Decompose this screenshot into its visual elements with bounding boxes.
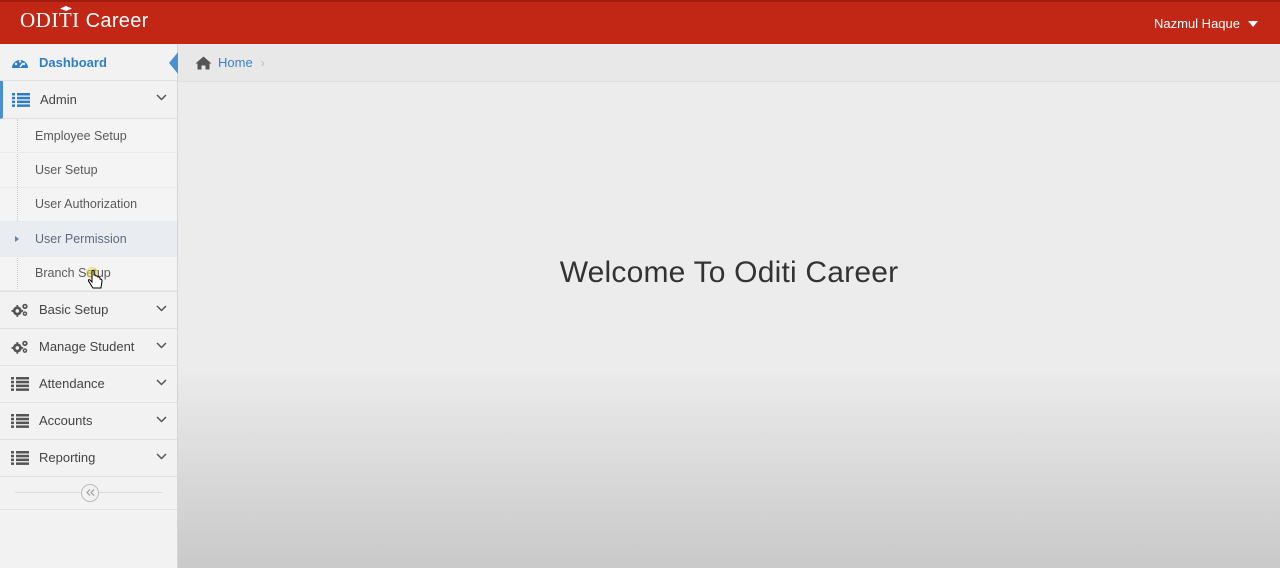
sidebar-item-attendance[interactable]: Attendance	[0, 366, 177, 403]
brand-logo[interactable]: ODITI Career	[20, 6, 149, 33]
submenu-item-employee-setup[interactable]: Employee Setup	[0, 119, 177, 154]
sidebar-item-dashboard[interactable]: Dashboard	[0, 44, 179, 81]
chevron-right-icon: ›	[260, 55, 265, 70]
list-icon	[11, 449, 29, 467]
breadcrumb-home-link[interactable]: Home	[218, 55, 253, 70]
breadcrumb: Home ›	[178, 44, 1280, 82]
submenu-item-user-permission[interactable]: User Permission	[0, 222, 177, 257]
graduation-cap-icon	[60, 6, 72, 11]
caret-down-icon	[1248, 20, 1258, 27]
chevron-down-icon	[156, 379, 167, 386]
main-content: Welcome To Oditi Career	[178, 82, 1280, 568]
cogs-icon	[11, 301, 29, 319]
sidebar-collapse-bar	[0, 477, 177, 510]
sidebar-item-admin[interactable]: Admin	[0, 81, 177, 119]
chevron-down-icon	[156, 416, 167, 423]
submenu-item-user-authorization[interactable]: User Authorization	[0, 188, 177, 223]
user-name: Nazmul Haque	[1154, 16, 1240, 31]
list-icon	[11, 375, 29, 393]
sidebar-item-label: Manage Student	[39, 339, 135, 355]
dashboard-icon	[11, 53, 29, 71]
sidebar: Dashboard Admin Employee Setup User Setu…	[0, 44, 179, 568]
submenu-item-label: User Authorization	[35, 197, 138, 212]
sidebar-item-basic-setup[interactable]: Basic Setup	[0, 292, 177, 329]
collapse-sidebar-button[interactable]	[81, 483, 99, 502]
submenu-item-label: Employee Setup	[35, 128, 127, 143]
sidebar-item-label: Accounts	[39, 413, 93, 429]
sidebar-item-reporting[interactable]: Reporting	[0, 440, 177, 477]
sidebar-item-label: Dashboard	[39, 54, 107, 70]
brand-suffix: Career	[85, 10, 149, 32]
sidebar-item-manage-student[interactable]: Manage Student	[0, 329, 177, 366]
top-navbar: ODITI Career Nazmul Haque	[0, 0, 1280, 44]
submenu-item-user-setup[interactable]: User Setup	[0, 153, 177, 188]
chevron-down-icon	[156, 305, 167, 312]
home-icon	[195, 56, 212, 70]
sidebar-item-label: Admin	[40, 92, 77, 107]
user-menu[interactable]: Nazmul Haque	[1154, 16, 1258, 31]
sidebar-item-accounts[interactable]: Accounts	[0, 403, 177, 440]
list-icon	[12, 91, 30, 109]
chevron-down-icon	[156, 342, 167, 349]
submenu-item-label: User Setup	[35, 163, 98, 178]
cogs-icon	[11, 338, 29, 356]
double-chevron-left-icon	[85, 489, 94, 497]
chevron-down-icon	[156, 453, 167, 460]
hand-cursor-icon	[86, 267, 103, 289]
welcome-heading: Welcome To Oditi Career	[559, 256, 899, 289]
caret-right-icon	[15, 236, 19, 243]
sidebar-item-label: Reporting	[39, 450, 96, 466]
admin-submenu: Employee Setup User Setup User Authoriza…	[0, 119, 177, 292]
sidebar-item-label: Attendance	[39, 376, 105, 392]
sidebar-item-label: Basic Setup	[39, 302, 109, 318]
list-icon	[11, 412, 29, 430]
submenu-item-label: User Permission	[35, 231, 127, 246]
chevron-down-icon	[156, 94, 167, 101]
